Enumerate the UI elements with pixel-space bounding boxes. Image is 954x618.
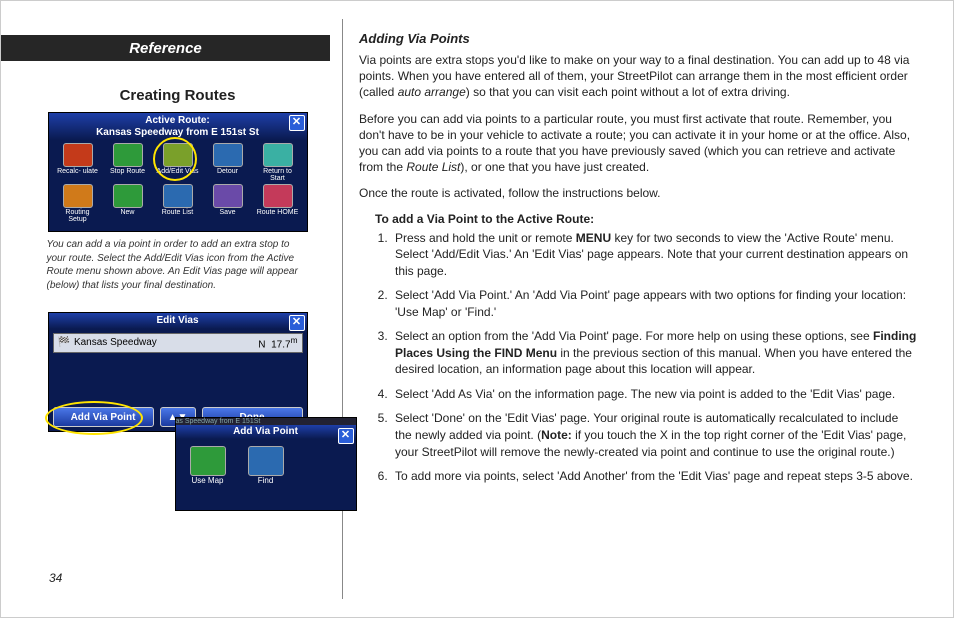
app-glyph-icon [213,184,243,208]
app-glyph-icon [213,143,243,167]
app-glyph-icon [113,143,143,167]
list-item: To add more via points, select 'Add Anot… [391,468,917,485]
poi-icon: 🏁 [58,337,70,348]
menu-icon[interactable]: Save [206,184,250,223]
icon-label: Stop Route [110,168,145,175]
screenshot-title: Edit Vias [49,313,307,329]
body-paragraph: Once the route is activated, follow the … [359,185,917,201]
highlight-circle-icon [45,401,143,435]
reference-header: Reference [1,35,330,61]
row-dir: N [258,339,265,350]
app-glyph-icon [263,184,293,208]
icon-grid: Use Map Find [176,439,356,492]
icon-label: Route List [162,209,194,216]
column-divider [342,19,343,599]
app-glyph-icon [190,446,226,476]
list-item: Select an option from the 'Add Via Point… [391,328,917,378]
list-item: Select 'Add Via Point.' An 'Add Via Poin… [391,287,917,320]
title-line: Kansas Speedway from E 151st St [96,127,259,138]
menu-icon[interactable]: Route HOME [256,184,300,223]
instruction-list: Press and hold the unit or remote MENU k… [391,230,917,485]
highlight-circle-icon [153,137,197,181]
icon-label: Find [258,477,274,485]
row-label: Kansas Speedway [74,337,157,348]
page-number: 34 [49,571,62,585]
row-dist: 17.7 [271,339,290,350]
menu-icon[interactable]: New [106,184,150,223]
screenshot-title: Add Via Point [176,425,356,439]
close-icon[interactable]: ✕ [338,428,354,444]
icon-label: Route HOME [257,209,299,216]
body-paragraph: Before you can add via points to a parti… [359,111,917,176]
list-item: Press and hold the unit or remote MENU k… [391,230,917,280]
icon-label: Save [220,209,236,216]
list-item: Select 'Done' on the 'Edit Vias' page. Y… [391,410,917,460]
subsection-heading: Adding Via Points [359,31,917,46]
menu-icon[interactable]: Detour [206,143,250,182]
menu-icon[interactable]: Use Map [186,446,230,485]
row-unit: m [291,335,298,345]
list-item[interactable]: 🏁 Kansas Speedway N 17.7m [53,333,303,353]
app-glyph-icon [163,184,193,208]
app-glyph-icon [63,184,93,208]
screenshot-active-route: Active Route: Kansas Speedway from E 151… [48,112,308,232]
menu-icon[interactable]: Recalc- ulate [56,143,100,182]
section-title: Creating Routes [25,87,330,104]
icon-label: Detour [217,168,238,175]
menu-icon[interactable]: Find [244,446,288,485]
manual-page: Reference Creating Routes Active Route: … [0,0,954,618]
icon-label: Use Map [191,477,223,485]
icon-label: Routing Setup [56,209,100,223]
menu-icon[interactable]: Route List [156,184,200,223]
menu-icon[interactable]: Routing Setup [56,184,100,223]
menu-icon[interactable]: Return to Start [256,143,300,182]
list-heading: To add a Via Point to the Active Route: [375,212,917,226]
body-paragraph: Via points are extra stops you'd like to… [359,52,917,101]
close-icon[interactable]: ✕ [289,315,305,331]
right-column: Adding Via Points Via points are extra s… [355,19,917,599]
close-icon[interactable]: ✕ [289,115,305,131]
icon-label: Recalc- ulate [57,168,98,175]
app-glyph-icon [113,184,143,208]
left-column: Reference Creating Routes Active Route: … [25,19,330,599]
breadcrumb: as Speedway from E 151St [176,418,356,425]
app-glyph-icon [248,446,284,476]
list-item: Select 'Add As Via' on the information p… [391,386,917,403]
icon-label: New [120,209,134,216]
screenshot-add-via-point: as Speedway from E 151St Add Via Point ✕… [175,417,357,511]
screenshot-title: Active Route: Kansas Speedway from E 151… [49,113,307,140]
app-glyph-icon [63,143,93,167]
screenshot-caption: You can add a via point in order to add … [47,238,309,292]
title-line: Active Route: [145,115,209,126]
app-glyph-icon [263,143,293,167]
screenshot-edit-vias: Edit Vias ✕ 🏁Kansas Speedway N 17.7m Add… [48,312,308,432]
menu-icon[interactable]: Stop Route [106,143,150,182]
icon-label: Return to Start [256,168,300,182]
